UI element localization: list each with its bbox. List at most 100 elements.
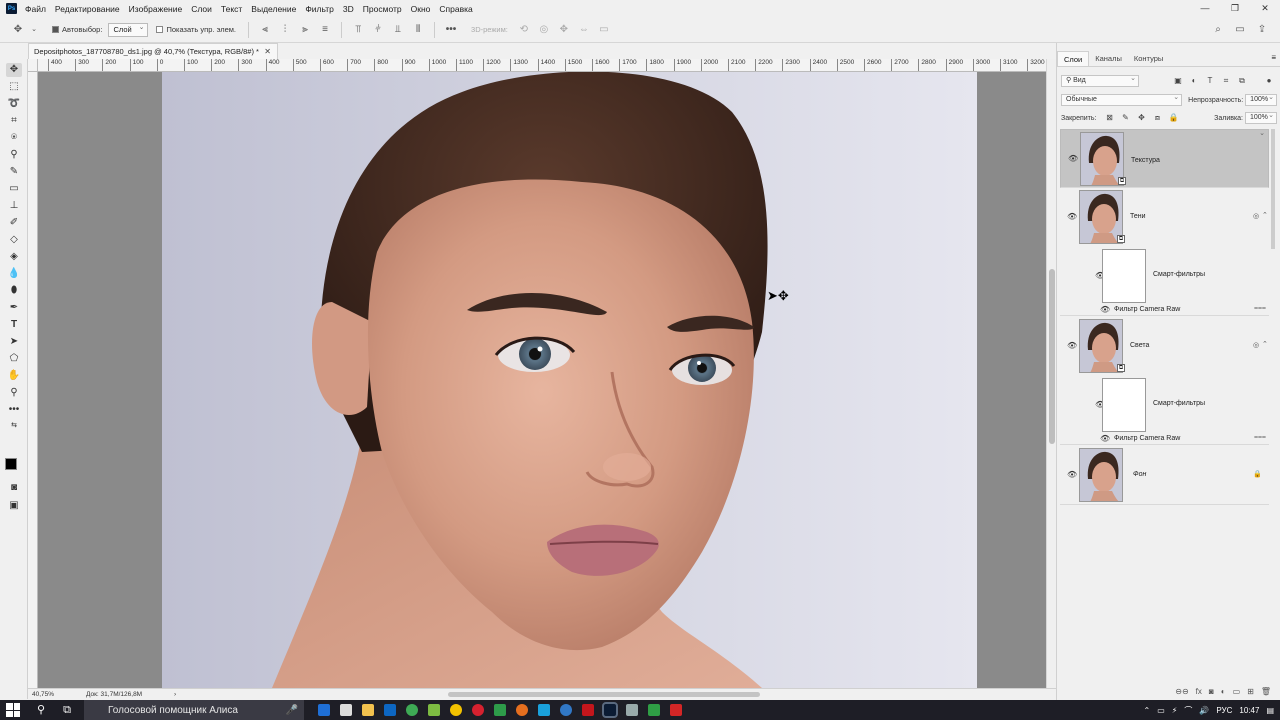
visibility-eye-icon[interactable]: 👁 (1068, 154, 1078, 164)
chrome-app-icon[interactable] (406, 704, 418, 716)
panel-scrollbar-thumb[interactable] (1271, 129, 1275, 249)
search-icon[interactable]: ⚲ (34, 703, 48, 717)
menu-select[interactable]: Выделение (251, 4, 296, 14)
yandex-app-icon[interactable] (450, 704, 462, 716)
tab-layers[interactable]: Слои (1057, 51, 1090, 66)
menu-edit[interactable]: Редактирование (55, 4, 120, 14)
acrobat-app-icon[interactable] (582, 704, 594, 716)
roll-3d-icon[interactable]: ◎ (538, 24, 550, 36)
new-layer-icon[interactable]: ⊞ (1247, 687, 1254, 696)
explorer-app-icon[interactable] (362, 704, 374, 716)
search-icon[interactable]: ⌕ (1212, 24, 1224, 36)
visibility-eye-icon[interactable]: 👁 (1067, 470, 1077, 480)
foreground-color-swatch[interactable] (5, 458, 17, 470)
menu-file[interactable]: Файл (25, 4, 46, 14)
autoselect-dropdown[interactable]: Слой (108, 22, 149, 37)
lock-artboard-icon[interactable]: ⧈ (1152, 113, 1162, 123)
panel-scrollbar[interactable] (1269, 129, 1277, 509)
visibility-eye-icon[interactable]: 👁 (1100, 305, 1110, 315)
screen-mode-icon[interactable]: ▣ (6, 499, 22, 513)
align-middle-icon[interactable]: ⫩ (372, 24, 384, 36)
align-right-icon[interactable]: ⫸ (299, 24, 311, 36)
align-center-icon[interactable]: ⫶ (279, 24, 291, 36)
opera-app-icon[interactable] (472, 704, 484, 716)
menu-help[interactable]: Справка (439, 4, 472, 14)
smart-filter-badge-icon[interactable]: ◎ (1253, 212, 1259, 220)
history-brush-icon[interactable]: ✐ (6, 216, 22, 230)
presentation-app-icon[interactable] (626, 704, 638, 716)
blur-tool-icon[interactable]: 💧 (6, 267, 22, 281)
filter-options-icon[interactable]: ⩶ (1254, 305, 1266, 313)
photoshop-app-icon[interactable] (602, 702, 618, 718)
eyedropper-tool-icon[interactable]: ⚲ (6, 148, 22, 162)
hand-tool-icon[interactable]: ✋ (6, 369, 22, 383)
marquee-tool-icon[interactable]: ⬚ (6, 80, 22, 94)
scale-3d-icon[interactable]: ▭ (598, 24, 610, 36)
camtasia-app-icon[interactable] (648, 704, 660, 716)
tab-paths[interactable]: Контуры (1128, 51, 1169, 66)
shape-tool-icon[interactable]: ⬠ (6, 352, 22, 366)
pen-tool-icon[interactable]: ✒ (6, 301, 22, 315)
align-bottom-icon[interactable]: ⫫ (392, 24, 404, 36)
doc-size[interactable]: Док: 31,7M/126,8M (86, 689, 142, 700)
wifi-icon[interactable]: ⌒ (1184, 705, 1192, 716)
microphone-icon[interactable]: 🎤 (286, 705, 298, 716)
quick-mask-icon[interactable]: ◙ (6, 481, 22, 495)
language-indicator[interactable]: РУС (1216, 706, 1232, 715)
lock-all-icon[interactable]: 🔒 (1168, 113, 1178, 123)
swap-colors-icon[interactable]: ⇆ (6, 419, 22, 433)
filter-toggle-icon[interactable]: ● (1264, 76, 1274, 86)
torrent-app-icon[interactable] (560, 704, 572, 716)
add-mask-icon[interactable]: ◙ (1209, 687, 1214, 696)
delete-layer-icon[interactable]: 🗑 (1261, 687, 1271, 696)
lock-position-icon[interactable]: ✥ (1136, 113, 1146, 123)
quick-select-tool-icon[interactable]: ⍟ (6, 131, 22, 145)
battery-icon[interactable]: ⚡ (1172, 706, 1178, 715)
move-tool-icon[interactable]: ✥ (6, 63, 22, 77)
filter-options-icon[interactable]: ⩶ (1254, 434, 1266, 442)
menu-layers[interactable]: Слои (191, 4, 212, 14)
eraser-tool-icon[interactable]: ◇ (6, 233, 22, 247)
collapse-icon[interactable]: ⌃ (1262, 340, 1268, 348)
task-view-icon[interactable]: ⧉ (60, 703, 74, 717)
smart-filter-mask[interactable] (1102, 249, 1146, 303)
skype-app-icon[interactable] (538, 704, 550, 716)
visibility-eye-icon[interactable]: 👁 (1067, 212, 1077, 222)
smart-filters-row[interactable]: 👁 Смарт-фильтры (1060, 247, 1269, 304)
zoom-level[interactable]: 40,75% (32, 689, 54, 700)
close-icon[interactable]: ✕ (264, 44, 271, 59)
move-tool-icon[interactable]: ✥ (12, 24, 24, 36)
smart-filter-badge-icon[interactable]: ◎ (1253, 341, 1259, 349)
type-tool-icon[interactable]: T (6, 318, 22, 332)
crop-tool-icon[interactable]: ⌗ (6, 114, 22, 128)
align-left-icon[interactable]: ⫷ (259, 24, 271, 36)
menu-image[interactable]: Изображение (129, 4, 183, 14)
fill-field[interactable]: 100% (1245, 111, 1277, 124)
filter-shape-icon[interactable]: ⌗ (1221, 76, 1231, 86)
healing-tool-icon[interactable]: ▭ (6, 182, 22, 196)
visibility-eye-icon[interactable]: 👁 (1067, 341, 1077, 351)
filter-row-camera-raw[interactable]: 👁 Фильтр Camera Raw ⩶ (1060, 304, 1269, 316)
menu-view[interactable]: Просмотр (363, 4, 402, 14)
share-icon[interactable]: ⇪ (1256, 24, 1268, 36)
layer-row-background[interactable]: 👁 Фон 🔒 (1060, 446, 1269, 505)
photo-canvas[interactable] (162, 72, 977, 688)
more-icon[interactable]: ••• (445, 24, 457, 36)
filter-adjust-icon[interactable]: ◐ (1189, 76, 1199, 86)
stamp-tool-icon[interactable]: ⊥ (6, 199, 22, 213)
layer-row-shadows[interactable]: 👁 ⧉ Тени ◎ ⌃ (1060, 188, 1269, 247)
people-icon[interactable]: ⌃ (1144, 706, 1151, 715)
clock[interactable]: 10:47 (1239, 706, 1259, 715)
layer-row-highlights[interactable]: 👁 ⧉ Света ◎ ⌃ (1060, 317, 1269, 376)
blend-mode-dropdown[interactable]: Обычные (1061, 93, 1183, 106)
brush-tool-icon[interactable]: ✎ (6, 165, 22, 179)
voice-assistant-box[interactable]: Голосовой помощник Алиса 🎤 (84, 700, 304, 720)
status-arrow-icon[interactable]: › (174, 689, 176, 700)
layer-row-texture[interactable]: 👁 ⧉ Текстура (1060, 128, 1269, 188)
notifications-icon[interactable]: ▤ (1266, 706, 1274, 715)
edge-app-icon[interactable] (318, 704, 330, 716)
store-app-icon[interactable] (340, 704, 352, 716)
smart-filter-mask[interactable] (1102, 378, 1146, 432)
windows-start-icon[interactable] (6, 703, 20, 717)
recorder-app-icon[interactable] (670, 704, 682, 716)
